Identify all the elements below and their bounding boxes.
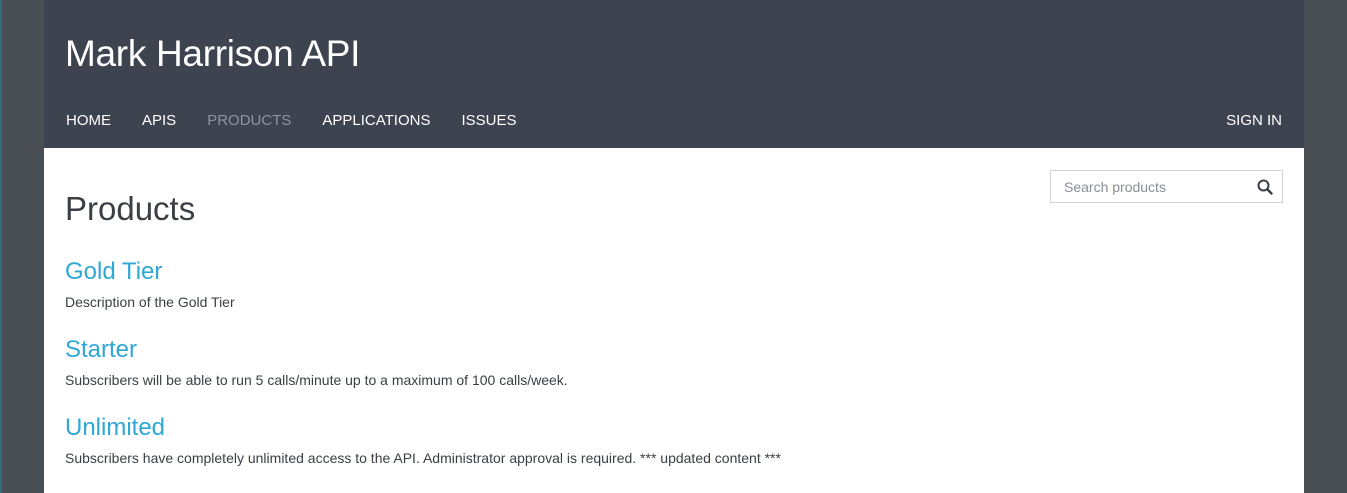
product-link-gold-tier[interactable]: Gold Tier (65, 258, 235, 286)
page-frame: Mark Harrison API HOME APIS PRODUCTS APP… (44, 0, 1304, 493)
page-title: Products (65, 190, 196, 227)
nav-applications[interactable]: APPLICATIONS (322, 111, 430, 131)
product-description: Subscribers have completely unlimited ac… (65, 450, 781, 466)
site-header: Mark Harrison API HOME APIS PRODUCTS APP… (44, 0, 1304, 148)
product-link-starter[interactable]: Starter (65, 336, 568, 364)
search-input[interactable] (1051, 171, 1251, 202)
main-nav: HOME APIS PRODUCTS APPLICATIONS ISSUES (66, 111, 547, 131)
search-icon[interactable] (1256, 178, 1274, 196)
product-description: Subscribers will be able to run 5 calls/… (65, 372, 568, 388)
product-link-unlimited[interactable]: Unlimited (65, 414, 781, 442)
nav-products[interactable]: PRODUCTS (207, 111, 291, 131)
product-description: Description of the Gold Tier (65, 294, 235, 310)
window-edge (0, 0, 2, 493)
nav-home[interactable]: HOME (66, 111, 111, 131)
main-content: Products Gold Tier Description of the Go… (44, 148, 1304, 493)
site-title: Mark Harrison API (65, 33, 361, 74)
product-item: Gold Tier Description of the Gold Tier (65, 258, 235, 311)
nav-apis[interactable]: APIS (142, 111, 176, 131)
nav-issues[interactable]: ISSUES (461, 111, 516, 131)
product-item: Unlimited Subscribers have completely un… (65, 414, 781, 467)
search-box (1050, 170, 1283, 203)
product-item: Starter Subscribers will be able to run … (65, 336, 568, 389)
sign-in-link[interactable]: SIGN IN (1226, 111, 1282, 131)
